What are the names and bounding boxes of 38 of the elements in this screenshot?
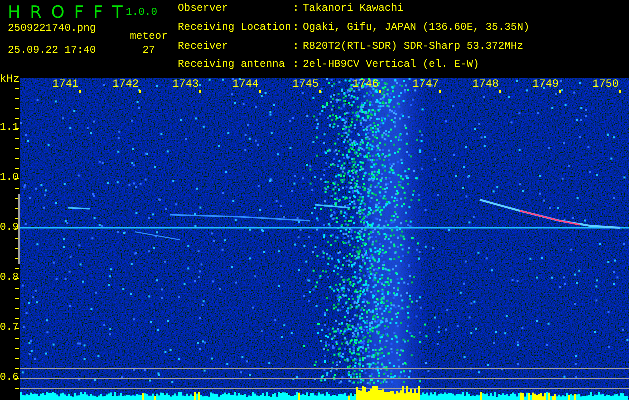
x-axis-tick bbox=[619, 90, 620, 93]
meteor-label: meteor bbox=[129, 30, 169, 45]
info-separator: : bbox=[293, 59, 300, 74]
x-axis-label: 1750 bbox=[592, 79, 619, 91]
x-axis-label: 1749 bbox=[532, 79, 559, 91]
meteor-trail bbox=[68, 207, 90, 210]
meteor-trail bbox=[314, 204, 350, 209]
x-axis-tick bbox=[319, 90, 320, 93]
info-label: Receiving Location bbox=[178, 22, 292, 36]
x-axis-tick bbox=[499, 90, 500, 93]
app-version: 1.0.0 bbox=[125, 6, 159, 21]
info-label: Receiving antenna bbox=[178, 59, 286, 74]
x-axis-label: 1748 bbox=[472, 79, 499, 91]
info-value: Ogaki, Gifu, JAPAN (136.60E, 35.35N) bbox=[303, 22, 530, 36]
info-label: Receiver bbox=[178, 40, 230, 54]
x-axis-tick bbox=[139, 90, 140, 93]
info-value: Takanori Kawachi bbox=[303, 3, 405, 17]
meteor-count: 27 bbox=[142, 45, 156, 59]
info-label: Observer bbox=[178, 3, 230, 17]
x-axis-tick bbox=[199, 90, 200, 93]
timestamp: 25.09.22 17:40 bbox=[8, 45, 98, 59]
axis-unit: kHz bbox=[0, 74, 20, 86]
x-axis-tick bbox=[559, 90, 560, 93]
info-separator: : bbox=[293, 3, 300, 17]
x-axis-tick bbox=[439, 90, 440, 93]
info-separator: : bbox=[293, 22, 300, 36]
x-axis-label: 1741 bbox=[52, 79, 79, 91]
info-separator: : bbox=[293, 40, 300, 54]
x-axis-label: 1744 bbox=[232, 79, 259, 91]
info-value: R820T2(RTL-SDR) SDR-Sharp 53.372MHz bbox=[303, 40, 525, 54]
info-value: 2el-HB9CV Vertical (el. E-W) bbox=[303, 59, 480, 74]
file-name: 2509221740.png bbox=[8, 23, 98, 37]
meteor-trail bbox=[134, 232, 180, 240]
x-axis-tick bbox=[79, 90, 80, 93]
x-axis-tick bbox=[379, 90, 380, 93]
x-axis-label: 1747 bbox=[412, 79, 439, 91]
x-axis-tick bbox=[259, 90, 260, 93]
x-axis-label: 1742 bbox=[112, 79, 139, 91]
